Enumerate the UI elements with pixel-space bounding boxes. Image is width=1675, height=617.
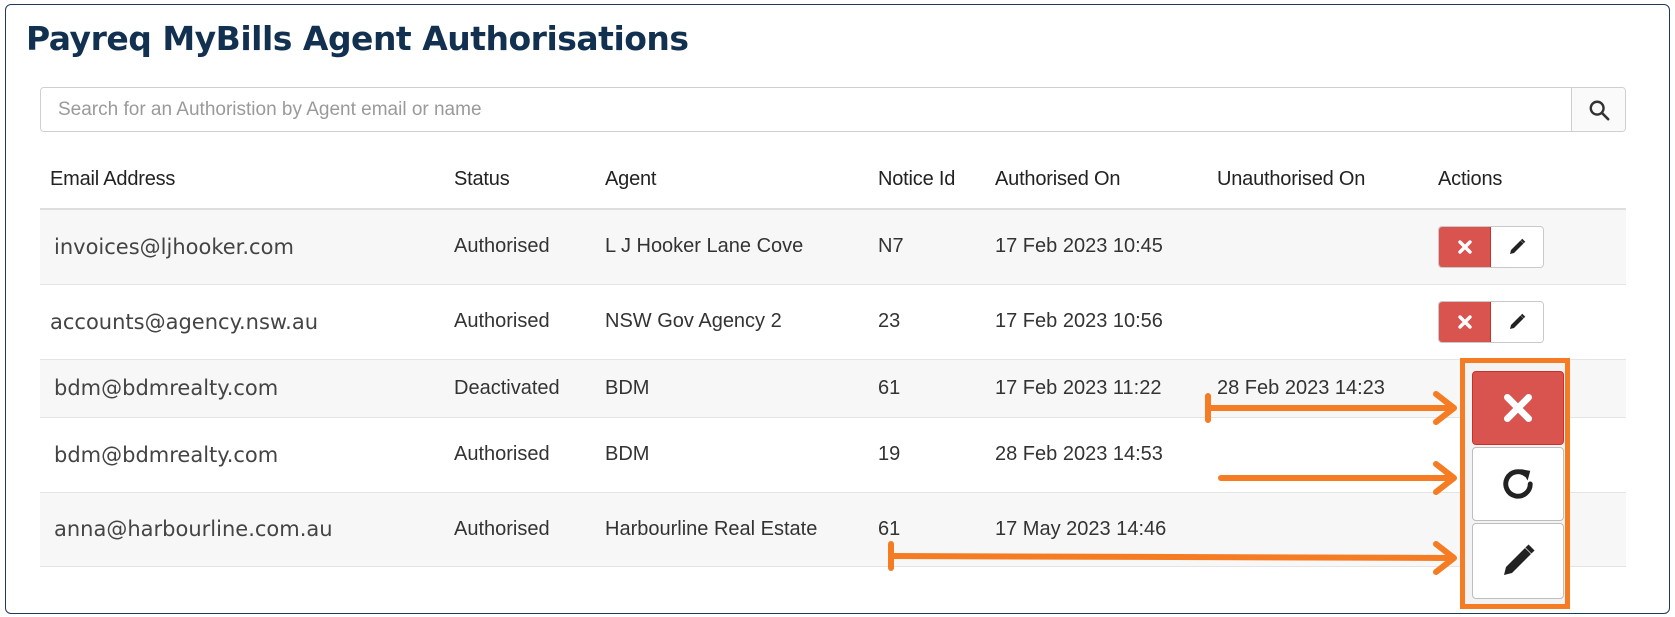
edit-button[interactable] [1491, 301, 1543, 342]
cell-agent: L J Hooker Lane Cove [595, 209, 868, 285]
col-header-email[interactable]: Email Address [40, 151, 444, 210]
cell-unauthorised-on [1207, 209, 1428, 285]
pencil-icon [1504, 544, 1535, 575]
cell-agent: NSW Gov Agency 2 [595, 284, 868, 360]
col-header-notice-id[interactable]: Notice Id [868, 151, 985, 210]
edit-button-large[interactable] [1472, 523, 1564, 599]
cell-notice-id: N7 [868, 209, 985, 285]
cell-email: bdm@bdmrealty.com [40, 359, 444, 418]
action-button-group [1438, 225, 1544, 268]
close-icon [1457, 314, 1472, 329]
col-header-agent[interactable]: Agent [595, 151, 868, 210]
cell-authorised-on: 28 Feb 2023 14:53 [985, 417, 1207, 493]
cell-unauthorised-on [1207, 284, 1428, 360]
search-button[interactable] [1571, 88, 1625, 131]
col-header-actions: Actions [1428, 151, 1626, 210]
table-row: anna@harbourline.com.au Authorised Harbo… [40, 492, 1626, 567]
cell-status: Authorised [444, 492, 595, 567]
col-header-status[interactable]: Status [444, 151, 595, 210]
authorisations-panel: Payreq MyBills Agent Authorisations Emai… [5, 4, 1670, 614]
cell-actions [1428, 209, 1626, 285]
action-button-group [1438, 300, 1544, 343]
col-header-authorised-on[interactable]: Authorised On [985, 151, 1207, 210]
cell-agent: Harbourline Real Estate [595, 492, 868, 567]
refresh-icon [1503, 469, 1533, 499]
cell-authorised-on: 17 Feb 2023 10:45 [985, 209, 1207, 285]
cell-notice-id: 61 [868, 359, 985, 418]
cell-agent: BDM [595, 417, 868, 493]
cell-email: accounts@agency.nsw.au [40, 284, 444, 360]
edit-button[interactable] [1491, 226, 1543, 267]
cell-unauthorised-on [1207, 492, 1428, 567]
cell-unauthorised-on: 28 Feb 2023 14:23 [1207, 359, 1428, 418]
restore-button-large[interactable] [1472, 447, 1564, 521]
table-row: accounts@agency.nsw.au Authorised NSW Go… [40, 284, 1626, 360]
table-row: bdm@bdmrealty.com Authorised BDM 19 28 F… [40, 417, 1626, 493]
cell-agent: BDM [595, 359, 868, 418]
cell-authorised-on: 17 Feb 2023 10:56 [985, 284, 1207, 360]
cell-actions [1428, 284, 1626, 360]
action-buttons-callout [1460, 358, 1570, 609]
search-icon [1589, 100, 1609, 120]
col-header-unauthorised-on[interactable]: Unauthorised On [1207, 151, 1428, 210]
cell-notice-id: 19 [868, 417, 985, 493]
page-title: Payreq MyBills Agent Authorisations [26, 19, 689, 58]
deactivate-button[interactable] [1439, 226, 1491, 267]
authorisations-table: Email Address Status Agent Notice Id Aut… [40, 151, 1626, 567]
deactivate-button[interactable] [1439, 301, 1491, 342]
cell-email: anna@harbourline.com.au [40, 492, 444, 567]
pencil-icon [1510, 238, 1526, 254]
table-header-row: Email Address Status Agent Notice Id Aut… [40, 151, 1626, 210]
cell-notice-id: 23 [868, 284, 985, 360]
table-row: invoices@ljhooker.com Authorised L J Hoo… [40, 209, 1626, 285]
cell-authorised-on: 17 Feb 2023 11:22 [985, 359, 1207, 418]
cell-authorised-on: 17 May 2023 14:46 [985, 492, 1207, 567]
close-icon [1503, 393, 1533, 423]
cell-status: Authorised [444, 209, 595, 285]
cell-status: Authorised [444, 417, 595, 493]
cell-email: invoices@ljhooker.com [40, 209, 444, 285]
table-row: bdm@bdmrealty.com Deactivated BDM 61 17 … [40, 359, 1626, 418]
cell-status: Deactivated [444, 359, 595, 418]
cell-status: Authorised [444, 284, 595, 360]
close-icon [1457, 240, 1472, 254]
cell-notice-id: 61 [868, 492, 985, 567]
cell-unauthorised-on [1207, 417, 1428, 493]
pencil-icon [1510, 313, 1526, 329]
deactivate-button-large[interactable] [1472, 371, 1564, 445]
search-input[interactable] [41, 88, 1571, 131]
cell-email: bdm@bdmrealty.com [40, 417, 444, 493]
search-bar [40, 87, 1626, 132]
